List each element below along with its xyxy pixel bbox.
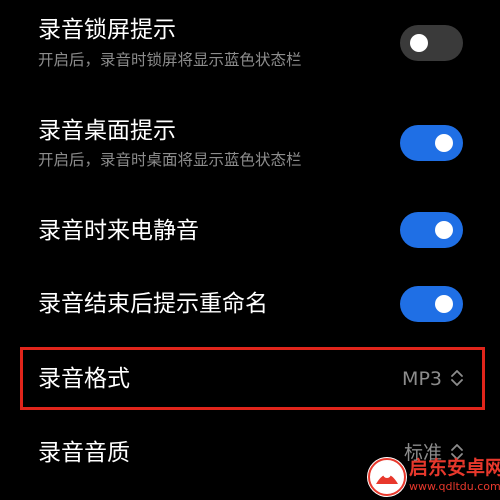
setting-subtitle-desktop: 开启后，录音时桌面将显示蓝色状态栏: [38, 151, 302, 169]
format-value: MP3: [402, 368, 442, 390]
setting-title-call-mute: 录音时来电静音: [38, 218, 199, 244]
setting-row-rename-prompt[interactable]: 录音结束后提示重命名: [0, 270, 500, 336]
setting-row-format[interactable]: 录音格式 MP3: [0, 350, 500, 408]
desktop-toggle[interactable]: [400, 125, 463, 161]
setting-title-lock-screen: 录音锁屏提示: [38, 17, 176, 43]
toggle-knob: [435, 134, 453, 152]
setting-title-format: 录音格式: [38, 366, 130, 392]
setting-title-quality: 录音音质: [38, 440, 130, 466]
toggle-knob: [435, 295, 453, 313]
watermark-name: 启东安卓网: [409, 457, 500, 479]
call-mute-toggle[interactable]: [400, 212, 463, 248]
setting-subtitle-lock-screen: 开启后，录音时锁屏将显示蓝色状态栏: [38, 51, 302, 69]
setting-title-desktop: 录音桌面提示: [38, 118, 176, 144]
toggle-knob: [410, 34, 428, 52]
watermark-url: www.qdltdu.com: [409, 480, 500, 493]
setting-title-rename-prompt: 录音结束后提示重命名: [38, 291, 268, 317]
chevron-up-down-icon: [451, 370, 463, 386]
rename-prompt-toggle[interactable]: [400, 286, 463, 322]
setting-row-desktop[interactable]: 录音桌面提示 开启后，录音时桌面将显示蓝色状态栏: [0, 110, 500, 195]
watermark-logo-icon: [367, 457, 407, 497]
toggle-knob: [435, 221, 453, 239]
watermark: 启东安卓网 www.qdltdu.com: [367, 455, 500, 500]
setting-row-lock-screen[interactable]: 录音锁屏提示 开启后，录音时锁屏将显示蓝色状态栏: [0, 0, 500, 85]
setting-row-call-mute[interactable]: 录音时来电静音: [0, 200, 500, 260]
lock-screen-toggle[interactable]: [400, 25, 463, 61]
